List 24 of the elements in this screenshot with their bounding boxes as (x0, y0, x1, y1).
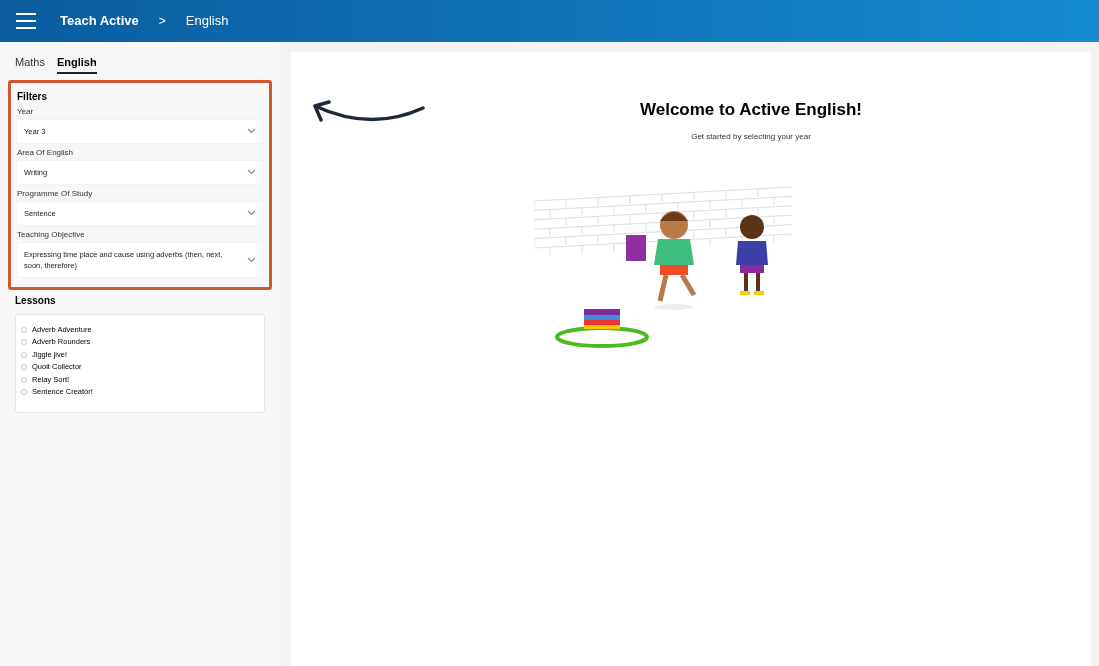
lessons-title: Lessons (14, 293, 57, 308)
chevron-down-icon (247, 128, 256, 134)
filters-title: Filters (17, 89, 48, 104)
app-title[interactable]: Teach Active (60, 11, 139, 31)
welcome-subtitle: Get started by selecting your year (691, 130, 811, 143)
radio-button[interactable] (21, 339, 27, 346)
field-label: Programme Of Study (17, 187, 94, 200)
subject-tab[interactable]: Maths (15, 54, 45, 74)
subject-tab[interactable]: English (56, 54, 97, 74)
chevron-down-icon (247, 169, 256, 175)
breadcrumb-separator: > (158, 13, 166, 30)
field-label: Year (17, 105, 35, 118)
radio-button[interactable] (21, 389, 27, 396)
field-label: Teaching Objective (17, 228, 86, 241)
field-label: Area Of English (17, 146, 75, 159)
welcome-title: Welcome to Active English! (640, 99, 862, 121)
radio-button[interactable] (21, 364, 27, 371)
chevron-down-icon (247, 210, 256, 216)
radio-button[interactable] (21, 351, 27, 358)
radio-button[interactable] (21, 376, 27, 383)
menu-icon[interactable] (16, 13, 36, 29)
radio-button[interactable] (21, 326, 27, 333)
chevron-down-icon (247, 256, 256, 263)
breadcrumb-current: English (185, 12, 229, 31)
